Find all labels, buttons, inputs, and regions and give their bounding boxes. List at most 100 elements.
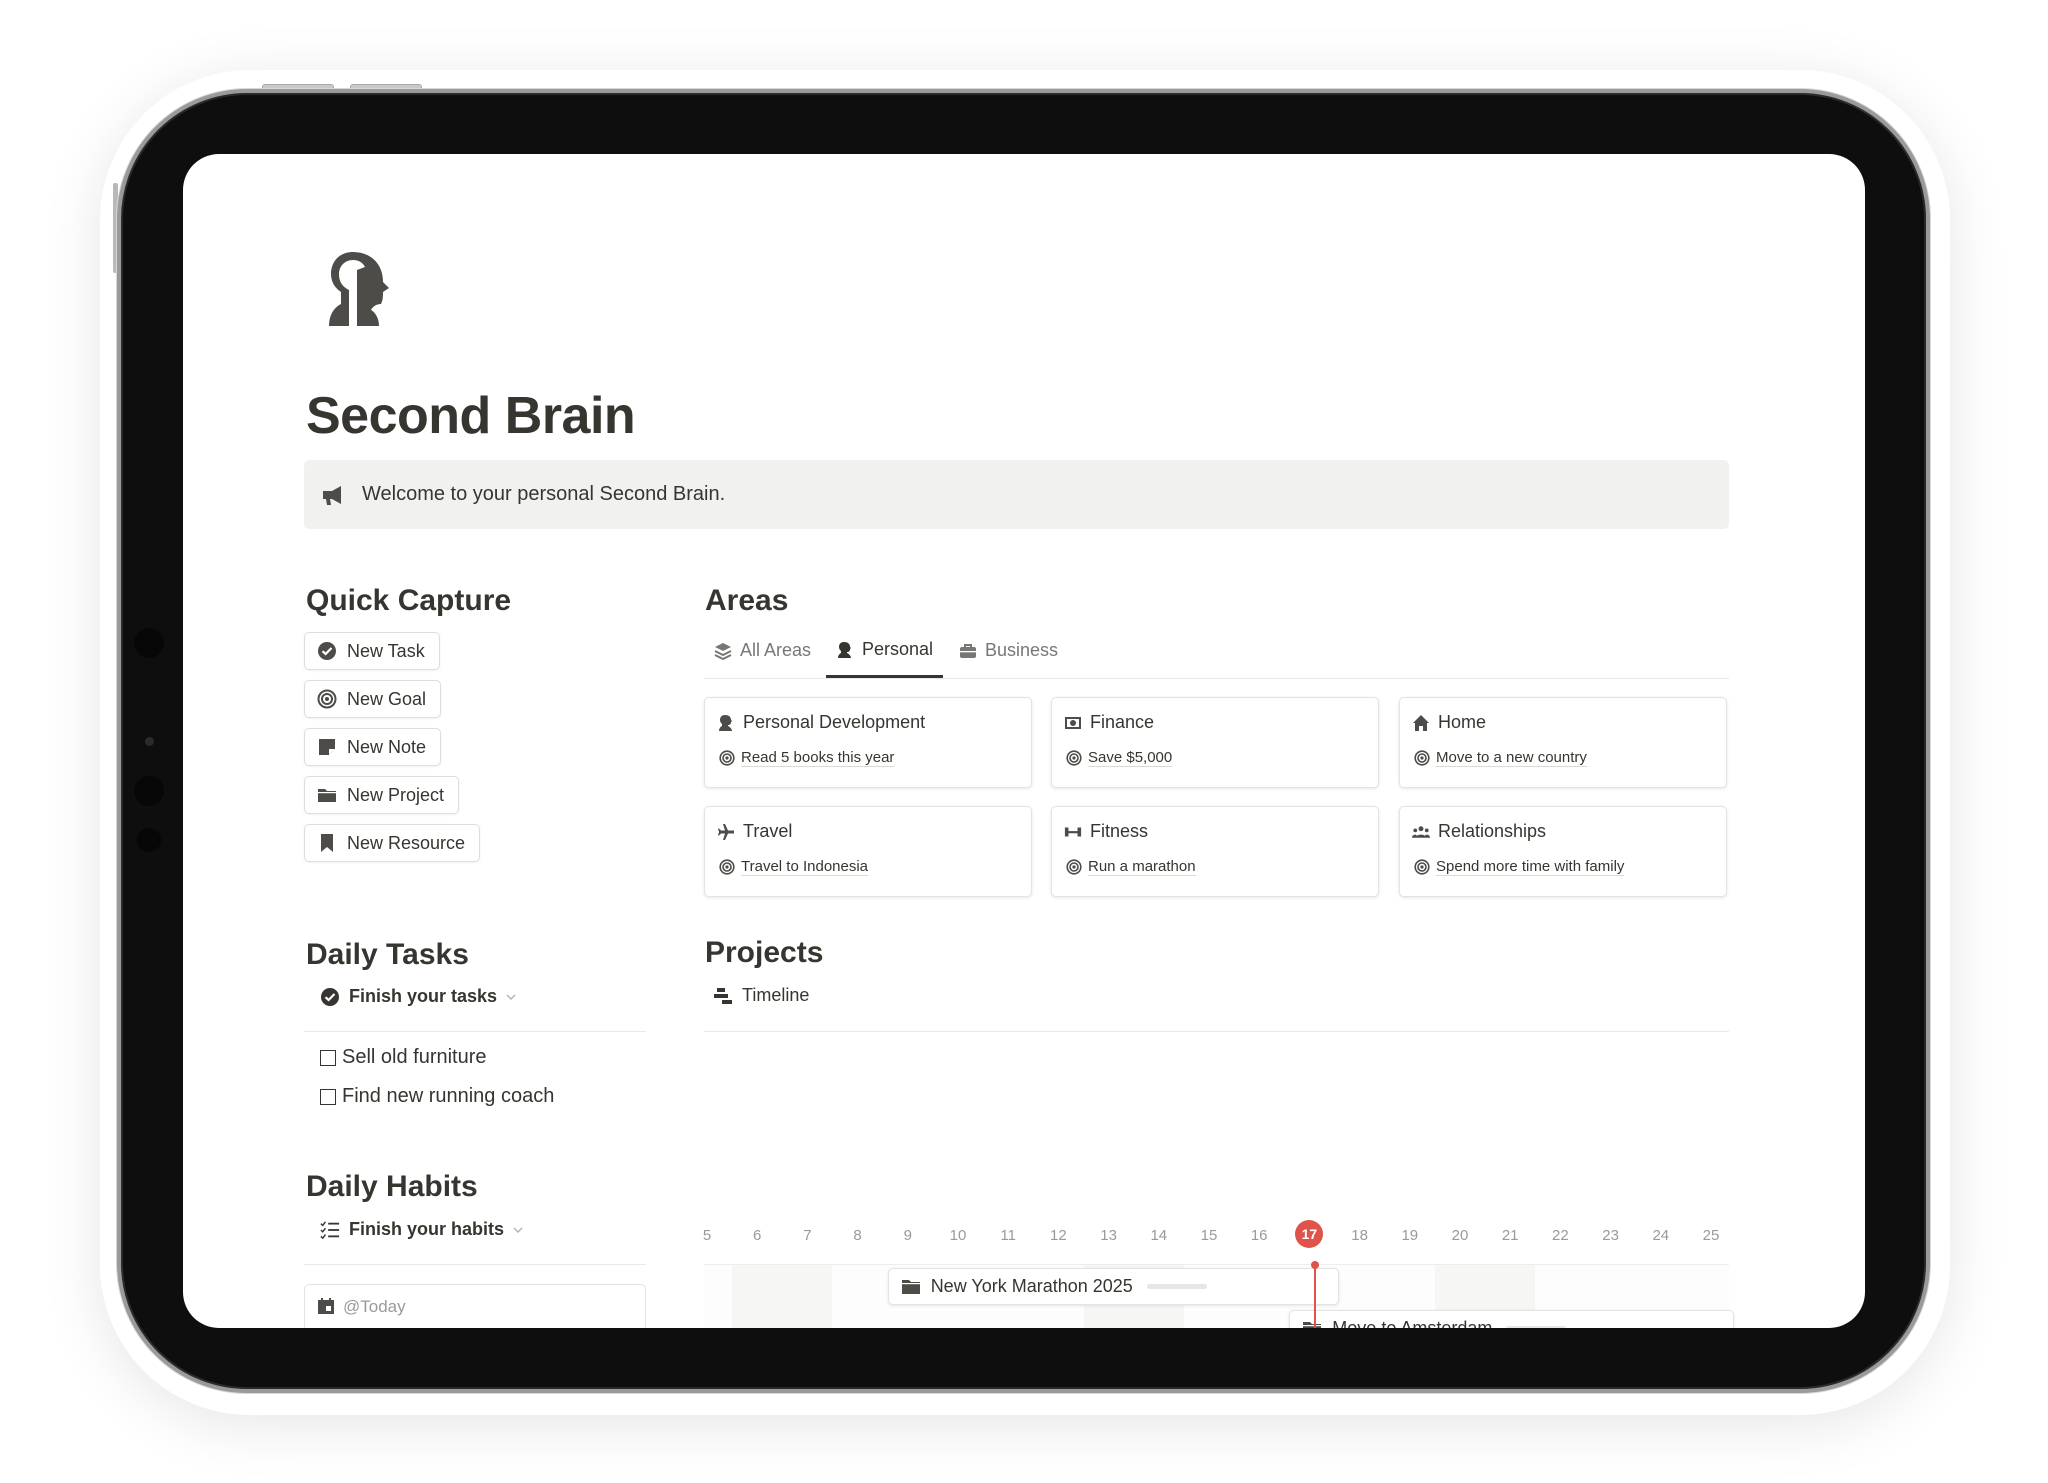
- timeline-date-label: 16: [1250, 1227, 1268, 1244]
- goal-text: Read 5 books this year: [741, 749, 895, 767]
- target-icon: [719, 750, 735, 766]
- area-card-finance[interactable]: Finance Save $5,000: [1051, 697, 1379, 788]
- area-card-relationships[interactable]: Relationships Spend more time with famil…: [1399, 806, 1727, 897]
- new-note-button[interactable]: New Note: [304, 728, 442, 766]
- timeline-date-label: 19: [1401, 1227, 1419, 1244]
- camera-sensor: [137, 828, 161, 852]
- daily-tasks-heading: Daily Tasks: [306, 938, 469, 971]
- new-goal-label: New Goal: [347, 688, 427, 709]
- timeline-view-label: Timeline: [742, 985, 810, 1005]
- new-goal-button[interactable]: New Goal: [304, 680, 442, 718]
- new-project-button[interactable]: New Project: [304, 776, 460, 814]
- timeline-date-label: 21: [1501, 1227, 1519, 1244]
- timeline-today-line: [1311, 1261, 1320, 1328]
- project-progress-bar: [1146, 1284, 1207, 1289]
- tab-all-areas[interactable]: All Areas: [714, 624, 811, 677]
- target-icon: [1066, 859, 1082, 875]
- tab-business[interactable]: Business: [959, 624, 1058, 677]
- goal-link[interactable]: Travel to Indonesia: [719, 858, 869, 876]
- habits-view-selector[interactable]: Finish your habits: [320, 1219, 524, 1240]
- timeline-date-label: 22: [1552, 1227, 1569, 1244]
- goal-text: Save $5,000: [1088, 749, 1173, 767]
- megaphone-icon: [320, 482, 346, 508]
- person-head-icon: [717, 714, 735, 732]
- area-card-travel[interactable]: Travel Travel to Indonesia: [704, 806, 1032, 897]
- areas-heading: Areas: [705, 584, 789, 617]
- timeline-weekend-column: [732, 1265, 783, 1328]
- target-icon: [1066, 750, 1082, 766]
- timeline-date-label: 5: [702, 1227, 712, 1244]
- goal-text: Move to a new country: [1436, 749, 1587, 767]
- new-resource-label: New Resource: [347, 832, 466, 853]
- tab-personal[interactable]: Personal: [826, 624, 944, 678]
- folder-icon: [1302, 1320, 1322, 1328]
- timeline-date-label: 12: [1050, 1227, 1067, 1244]
- tab-label: Business: [985, 640, 1059, 660]
- project-progress-bar: [1506, 1326, 1567, 1328]
- bookmark-icon: [317, 833, 337, 853]
- todo-item[interactable]: Find new running coach: [320, 1085, 554, 1108]
- folder-icon: [901, 1278, 921, 1296]
- project-name: New York Marathon 2025: [930, 1276, 1133, 1296]
- daily-habits-heading: Daily Habits: [306, 1170, 478, 1203]
- sticky-note-icon: [317, 737, 337, 757]
- target-icon: [1414, 859, 1430, 875]
- people-icon: [1412, 823, 1430, 841]
- goal-link[interactable]: Move to a new country: [1414, 749, 1587, 767]
- timeline-date-label: 25: [1702, 1227, 1720, 1244]
- target-icon: [1414, 750, 1430, 766]
- goal-link[interactable]: Read 5 books this year: [719, 749, 895, 767]
- area-title: Home: [1438, 712, 1487, 732]
- checkbox[interactable]: [320, 1049, 336, 1066]
- projects-divider: [704, 1031, 1729, 1032]
- timeline-project-bar[interactable]: Move to Amsterdam: [1289, 1310, 1734, 1328]
- project-timeline: 5 6 7 8 9 10 11 12 13 14 15 16 17 18 19 20 21 22 23 24 25 Ne…: [703, 1214, 1734, 1328]
- camera-sensor: [134, 628, 164, 658]
- new-task-button[interactable]: New Task: [304, 632, 440, 670]
- front-camera: [145, 737, 154, 746]
- timeline-view-tab[interactable]: Timeline: [713, 985, 809, 1006]
- area-card-fitness[interactable]: Fitness Run a marathon: [1051, 806, 1379, 897]
- home-icon: [1412, 714, 1430, 732]
- money-icon: [1064, 714, 1082, 732]
- new-note-label: New Note: [347, 736, 427, 757]
- timeline-date-label: 18: [1351, 1227, 1368, 1244]
- head-keyhole-icon: [327, 248, 393, 328]
- tasks-view-selector[interactable]: Finish your tasks: [320, 986, 517, 1007]
- goal-text: Run a marathon: [1088, 858, 1196, 876]
- timeline-date-label: 11: [1000, 1227, 1016, 1244]
- goal-text: Travel to Indonesia: [741, 858, 869, 876]
- todo-label: Find new running coach: [342, 1085, 555, 1107]
- goal-link[interactable]: Run a marathon: [1066, 858, 1196, 876]
- new-task-label: New Task: [347, 640, 425, 661]
- area-card-home[interactable]: Home Move to a new country: [1399, 697, 1727, 788]
- area-card-personal-development[interactable]: Personal Development Read 5 books this y…: [704, 697, 1032, 788]
- timeline-date-label: 6: [753, 1227, 762, 1244]
- todo-label: Sell old furniture: [342, 1046, 487, 1068]
- new-resource-button[interactable]: New Resource: [304, 824, 481, 862]
- timeline-project-bar[interactable]: New York Marathon 2025: [887, 1268, 1340, 1305]
- habits-divider: [304, 1264, 646, 1265]
- tasks-divider: [304, 1031, 646, 1032]
- area-title: Travel: [743, 821, 793, 841]
- timeline-date-label: 13: [1100, 1227, 1117, 1244]
- goal-link[interactable]: Spend more time with family: [1414, 858, 1625, 876]
- goal-text: Spend more time with family: [1436, 858, 1625, 876]
- timeline-date-label: 14: [1150, 1227, 1168, 1244]
- timeline-date-label: 10: [949, 1227, 967, 1244]
- dumbbell-icon: [1064, 823, 1082, 841]
- briefcase-icon: [959, 642, 977, 660]
- tab-label: All Areas: [740, 640, 812, 660]
- checkbox[interactable]: [320, 1088, 336, 1105]
- todo-item[interactable]: Sell old furniture: [320, 1046, 487, 1069]
- habit-card-today[interactable]: @Today: [304, 1284, 646, 1328]
- timeline-date-label: 23: [1602, 1227, 1619, 1244]
- person-head-icon: [836, 641, 854, 659]
- habits-view-label: Finish your habits: [349, 1219, 505, 1239]
- camera-sensor: [134, 776, 164, 806]
- areas-tabs: All Areas Personal Business: [704, 624, 1729, 679]
- screen: Second Brain Welcome to your personal Se…: [183, 154, 1865, 1328]
- tab-label: Personal: [862, 639, 934, 659]
- timeline-icon: [713, 986, 733, 1006]
- goal-link[interactable]: Save $5,000: [1066, 749, 1173, 767]
